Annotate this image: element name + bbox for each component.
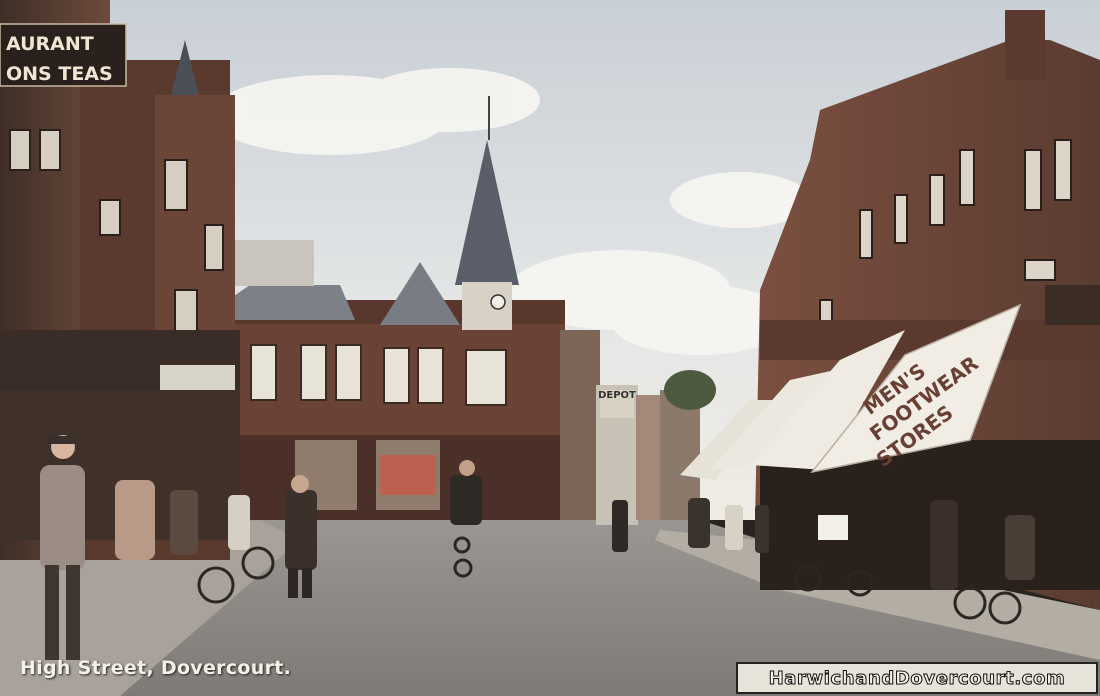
- depot-sign: DEPOT: [598, 390, 636, 401]
- street-photo: DEPOT AURANT ONS TEAS MEN'S FOOTWEAR STO…: [0, 0, 1100, 696]
- restaurant-sign: AURANT ONS TEAS: [0, 23, 127, 87]
- street-scene: DEPOT AURANT ONS TEAS MEN'S FOOTWEAR STO…: [0, 0, 1100, 696]
- clock-face: [490, 294, 506, 310]
- svg-text:AURANT: AURANT: [6, 33, 94, 55]
- svg-text:ONS TEAS: ONS TEAS: [6, 63, 113, 85]
- photo-caption: High Street, Dovercourt.: [20, 657, 292, 679]
- site-watermark: HarwichandDovercourt.com: [736, 662, 1098, 694]
